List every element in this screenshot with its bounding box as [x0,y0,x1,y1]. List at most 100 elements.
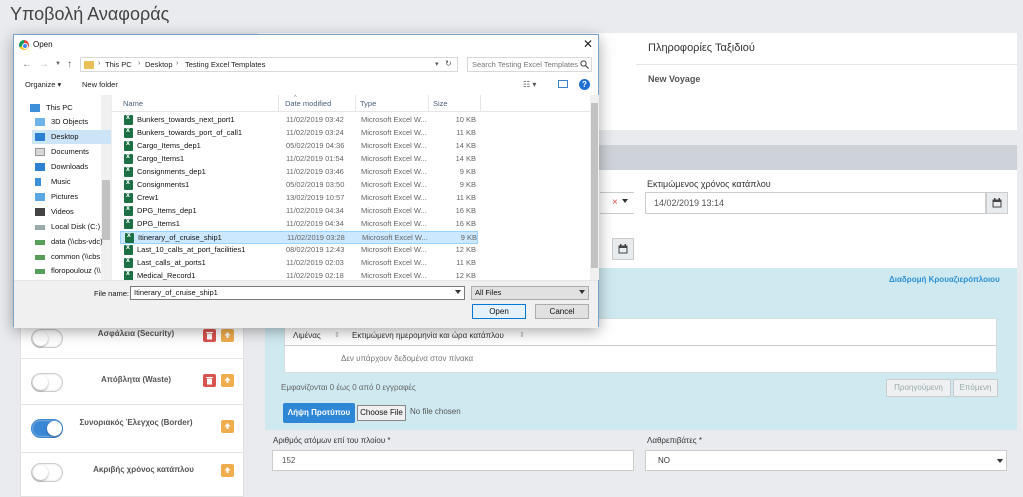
column-divider[interactable] [480,95,481,112]
forward-arrow-icon[interactable]: → [39,59,49,70]
file-row[interactable]: DPG_Items1 11/02/2019 04:34 Microsoft Ex… [120,218,478,231]
open-button[interactable]: Open [472,304,526,319]
column-header-size[interactable]: Size [433,99,448,108]
file-list-scrollbar-thumb[interactable] [591,103,598,268]
dialog-titlebar[interactable] [14,35,598,55]
file-name: Cargo_Items_dep1 [137,141,201,150]
column-header-port[interactable]: Λιμένας [293,331,321,340]
calendar-button-2[interactable] [612,238,634,260]
file-row[interactable]: Last_calls_at_ports1 11/02/2019 02:03 Mi… [120,257,478,270]
search-icon[interactable] [580,60,589,69]
excel-file-icon [124,257,133,268]
help-icon[interactable]: ? [579,79,590,90]
nav-item-music[interactable]: Music [32,175,116,189]
file-row[interactable]: Bunkers_towards_next_port1 11/02/2019 03… [120,114,478,127]
breadcrumb-folder[interactable]: Testing Excel Templates [185,60,265,69]
column-divider[interactable] [355,95,356,112]
breadcrumb-desktop[interactable]: Desktop [145,60,173,69]
eta-input[interactable]: 14/02/2019 13:14 [645,192,986,214]
download-template-button[interactable]: Λήψη Προτύπου [283,403,355,423]
previous-page-button[interactable]: Προηγούμενη [886,379,951,397]
file-row[interactable]: Consignments1 05/02/2019 03:50 Microsoft… [120,179,478,192]
nav-item-desktop[interactable]: Desktop [32,130,116,144]
nav-item-documents[interactable]: Documents [32,145,116,159]
toggle-border[interactable] [31,419,63,438]
nav-item-downloads[interactable]: Downloads [32,160,116,174]
cancel-button[interactable]: Cancel [535,304,589,319]
new-folder-button[interactable]: New folder [82,80,118,89]
excel-file-icon [124,244,133,255]
column-header-date[interactable]: Date modified [285,99,331,108]
file-row[interactable]: Cargo_Items_dep1 05/02/2019 04:36 Micros… [120,140,478,153]
column-divider[interactable] [278,95,279,112]
nav-item-common-drive[interactable]: common (\\cbs [32,250,101,264]
column-header-eta[interactable]: Εκτιμώμενη ημερομηνία και ώρα κατάπλου [352,331,504,340]
delete-button-security[interactable] [203,329,216,342]
refresh-icon[interactable]: ↻ [445,59,452,68]
excel-file-icon [124,114,133,125]
file-size: 16 KB [455,206,476,215]
delete-button-waste[interactable] [203,374,216,387]
file-row[interactable]: DPG_Items_dep1 11/02/2019 04:34 Microsof… [120,205,478,218]
cruise-route-title[interactable]: Διαδρομή Κρουαζιερόπλοιου [889,275,1000,284]
excel-file-icon [125,232,134,243]
file-row[interactable]: Last_10_calls_at_port_facilities1 08/02/… [120,244,478,257]
chevron-down-icon[interactable]: ▾ [435,60,439,68]
file-type-select[interactable]: All Files [471,286,589,300]
sort-icon[interactable]: ⇕ [519,331,525,339]
chevron-down-icon[interactable] [455,290,461,294]
column-header-name[interactable]: Name [123,99,143,108]
file-name: Consignments1 [137,180,190,189]
next-page-button[interactable]: Επόμενη [953,379,998,397]
close-icon[interactable]: ✕ [583,37,593,51]
choose-file-button[interactable]: Choose File [357,405,406,421]
upload-button-border[interactable] [221,420,234,433]
chevron-down-icon[interactable] [622,199,628,203]
nav-item-pictures[interactable]: Pictures [32,190,116,204]
chevron-down-icon[interactable] [579,290,585,294]
nav-item-videos[interactable]: Videos [32,205,116,219]
toggle-row-border: Συνοριακός Έλεγχος (Border) [21,405,245,453]
calendar-button[interactable] [986,192,1008,214]
file-row[interactable]: Medical_Record1 11/02/2019 02:18 Microso… [120,270,478,280]
file-row-selected[interactable]: Itinerary_of_cruise_ship1 11/02/2019 03:… [120,231,478,244]
file-name: Itinerary_of_cruise_ship1 [138,233,222,242]
column-header-type[interactable]: Type [360,99,376,108]
upload-button-waste[interactable] [221,374,234,387]
stowaways-select[interactable]: NO [645,450,1007,471]
column-divider[interactable] [428,95,429,112]
clear-icon[interactable]: × [612,197,618,208]
view-options-icon[interactable]: ☷ ▾ [523,80,536,89]
chevron-down-icon[interactable]: ▼ [55,61,61,67]
file-row[interactable]: Crew1 13/02/2019 10:57 Microsoft Excel W… [120,192,478,205]
file-type: Microsoft Excel W... [361,245,427,254]
file-row[interactable]: Bunkers_towards_port_of_call1 11/02/2019… [120,127,478,140]
chevron-down-icon[interactable] [997,459,1003,463]
back-arrow-icon[interactable]: ← [22,59,32,70]
file-size: 16 KB [455,219,476,228]
nav-item-user-drive[interactable]: floropoulouz (\\ [32,264,101,278]
file-row[interactable]: Cargo_Items1 11/02/2019 01:54 Microsoft … [120,153,478,166]
toggle-security[interactable] [31,329,63,348]
search-input[interactable]: Search Testing Excel Templates [467,57,592,72]
pictures-icon [35,193,45,201]
up-arrow-icon[interactable]: ↑ [67,59,72,70]
organize-button[interactable]: Organize ▾ [25,80,61,89]
breadcrumb-this-pc[interactable]: This PC [105,60,132,69]
upload-button-exact-arrival[interactable] [221,464,234,477]
upload-button-security[interactable] [221,329,234,342]
toggle-waste[interactable] [31,373,63,392]
sort-icon[interactable]: ⇕ [334,331,340,339]
nav-item-data-drive[interactable]: data (\\cbs-vdc) [32,235,116,249]
folder-icon [84,61,94,69]
address-bar[interactable]: › This PC › Desktop › Testing Excel Temp… [80,57,458,72]
documents-icon [35,148,45,156]
nav-item-this-pc[interactable]: This PC [27,101,111,115]
preview-pane-icon[interactable] [558,80,568,88]
nav-item-3d-objects[interactable]: 3D Objects [32,115,116,129]
file-row[interactable]: Consignments_dep1 11/02/2019 03:46 Micro… [120,166,478,179]
persons-input[interactable]: 152 [272,450,634,471]
nav-item-local-disk[interactable]: Local Disk (C:) [32,220,116,234]
toggle-exact-arrival[interactable] [31,463,63,482]
file-name-input[interactable]: Itinerary_of_cruise_ship1 [130,286,465,300]
